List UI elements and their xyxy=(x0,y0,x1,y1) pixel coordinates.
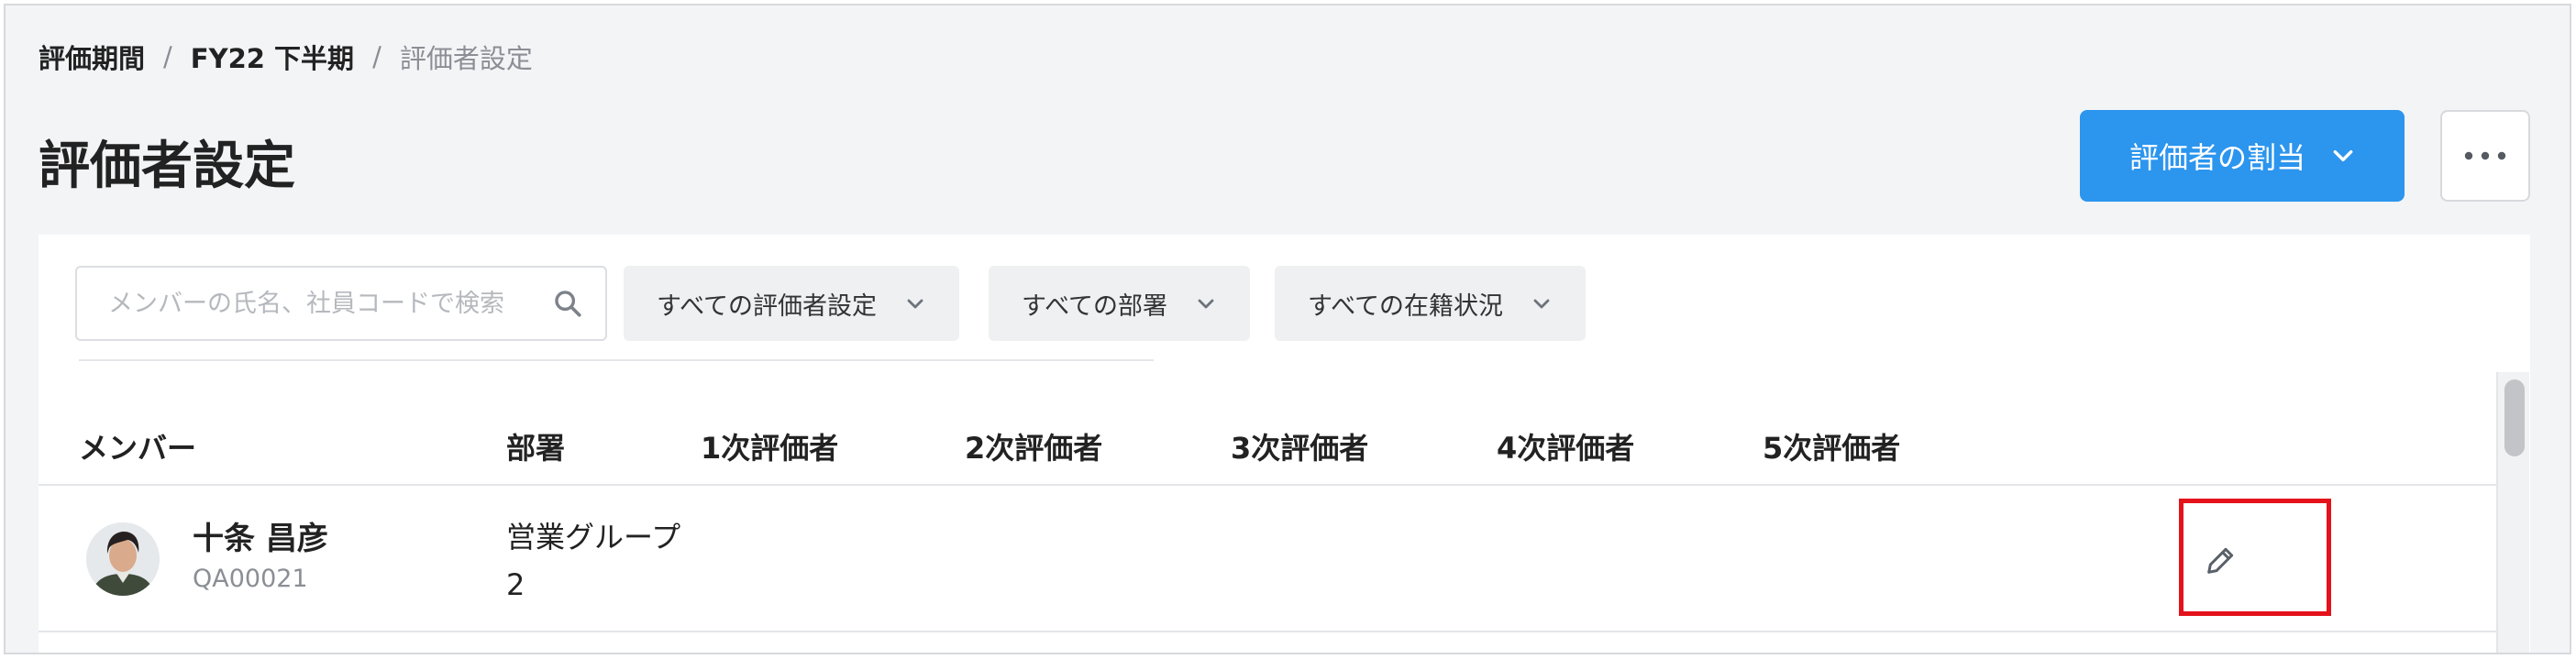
chevron-down-icon xyxy=(2333,149,2353,162)
evaluator-setting-filter-label: すべての評価者設定 xyxy=(657,291,878,321)
filter-divider xyxy=(724,359,1154,361)
scrollbar-thumb[interactable] xyxy=(2504,379,2525,456)
member-search-box xyxy=(75,266,607,341)
avatar xyxy=(86,522,160,596)
column-header-evaluator-1[interactable]: 1次評価者 xyxy=(701,425,838,467)
breadcrumb-fy22-second-half[interactable]: FY22 下半期 xyxy=(191,38,354,76)
page-background: 評価期間 / FY22 下半期 / 評価者設定 評価者設定 評価者の割当 すべて… xyxy=(4,4,2571,654)
column-header-department[interactable]: 部署 xyxy=(506,425,565,467)
column-header-evaluator-5[interactable]: 5次評価者 xyxy=(1763,425,1900,467)
annotation-highlight-box xyxy=(2179,499,2331,616)
breadcrumb-evaluation-period[interactable]: 評価期間 xyxy=(39,38,145,76)
table-header: メンバー 部署 1次評価者 2次評価者 3次評価者 4次評価者 5次評価者 xyxy=(39,400,2496,486)
page-title: 評価者設定 xyxy=(39,137,295,196)
evaluator-setting-filter[interactable]: すべての評価者設定 xyxy=(624,266,960,341)
department-filter[interactable]: すべての部署 xyxy=(989,266,1251,341)
breadcrumb-current: 評価者設定 xyxy=(399,43,533,74)
column-header-evaluator-4[interactable]: 4次評価者 xyxy=(1497,425,1634,467)
column-header-member[interactable]: メンバー xyxy=(79,425,196,467)
table-row[interactable]: 十条 昌彦 QA00021 営業グループ2 xyxy=(39,486,2496,632)
breadcrumb-separator: / xyxy=(372,41,381,72)
evaluator-table-panel: すべての評価者設定 すべての部署 すべての在籍状況 メンバー 部署 1次評価者 … xyxy=(39,235,2530,653)
more-actions-button[interactable] xyxy=(2440,110,2530,202)
employee-code: QA00021 xyxy=(193,565,308,593)
chevron-down-icon xyxy=(1198,299,1214,309)
enrollment-status-filter-label: すべての在籍状況 xyxy=(1308,291,1504,321)
member-department: 営業グループ2 xyxy=(506,520,681,602)
search-icon[interactable] xyxy=(552,288,583,319)
column-header-evaluator-3[interactable]: 3次評価者 xyxy=(1231,425,1368,467)
chevron-down-icon xyxy=(1533,299,1550,309)
assign-evaluator-button[interactable]: 評価者の割当 xyxy=(2080,110,2405,202)
department-filter-label: すべての部署 xyxy=(1022,291,1168,321)
breadcrumb-separator: / xyxy=(163,41,172,72)
column-header-evaluator-2[interactable]: 2次評価者 xyxy=(965,425,1102,467)
assign-evaluator-label: 評価者の割当 xyxy=(2128,140,2305,175)
more-horizontal-icon xyxy=(2464,151,2506,160)
filter-divider xyxy=(79,359,732,361)
breadcrumb: 評価期間 / FY22 下半期 / 評価者設定 xyxy=(39,38,533,75)
chevron-down-icon xyxy=(907,299,923,309)
member-name[interactable]: 十条 昌彦 xyxy=(193,513,328,558)
enrollment-status-filter[interactable]: すべての在籍状況 xyxy=(1275,266,1587,341)
member-search-input[interactable] xyxy=(108,289,541,318)
